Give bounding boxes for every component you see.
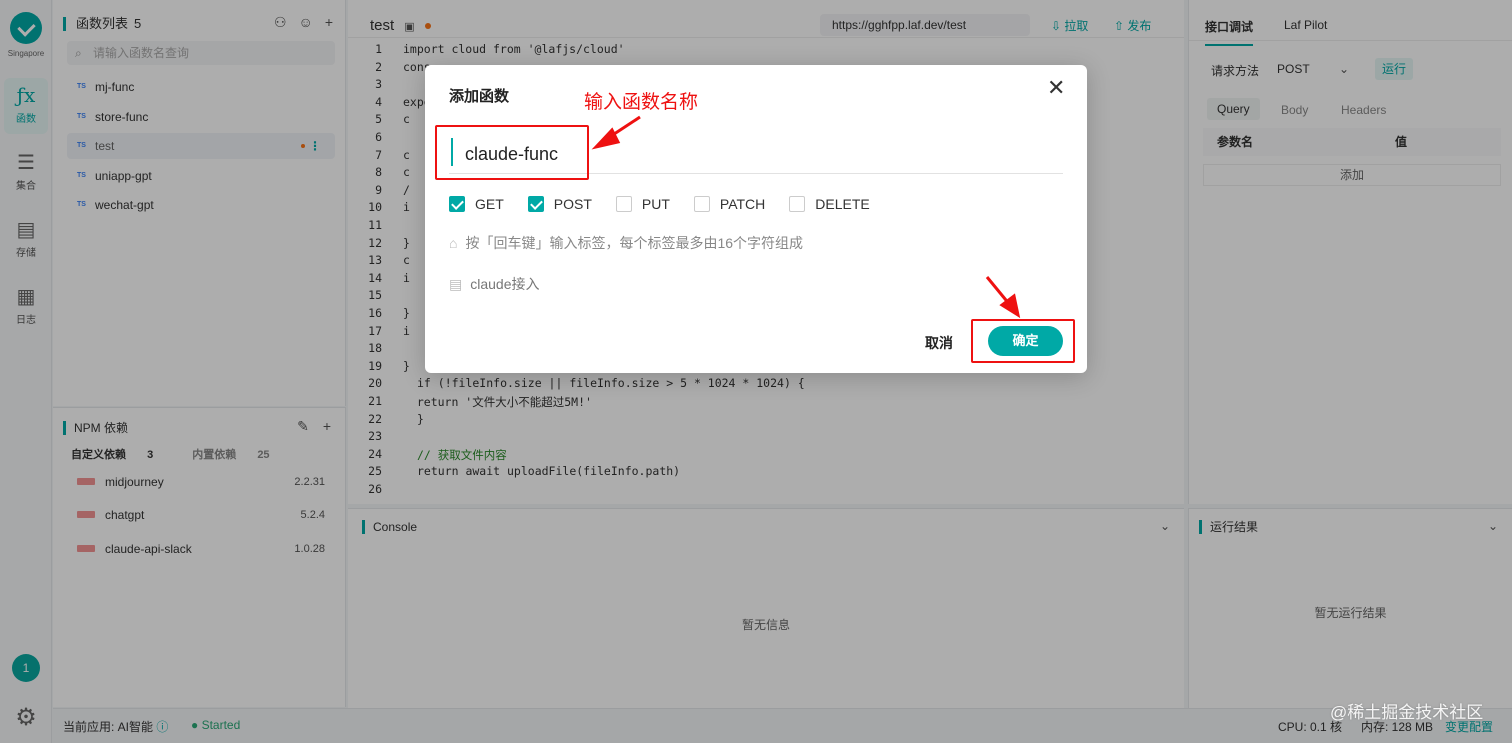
annotation-arrows xyxy=(591,115,1021,319)
arrow-head xyxy=(591,127,621,150)
